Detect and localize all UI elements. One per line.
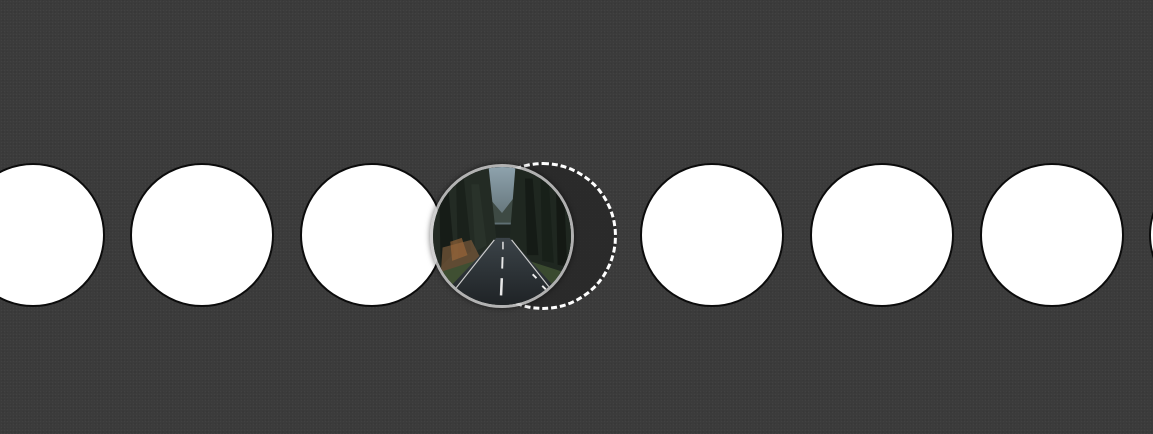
circle-carousel [0,0,1153,434]
circle-tile-7[interactable] [980,163,1124,307]
road-photo-image [433,167,571,305]
circle-tile-2[interactable] [130,163,274,307]
dragged-photo-tile[interactable] [430,164,574,308]
circle-tile-3[interactable] [300,163,444,307]
circle-tile-5[interactable] [640,163,784,307]
circle-tile-6[interactable] [810,163,954,307]
circle-tile-8[interactable] [1149,163,1153,307]
circle-tile-1[interactable] [0,163,105,307]
